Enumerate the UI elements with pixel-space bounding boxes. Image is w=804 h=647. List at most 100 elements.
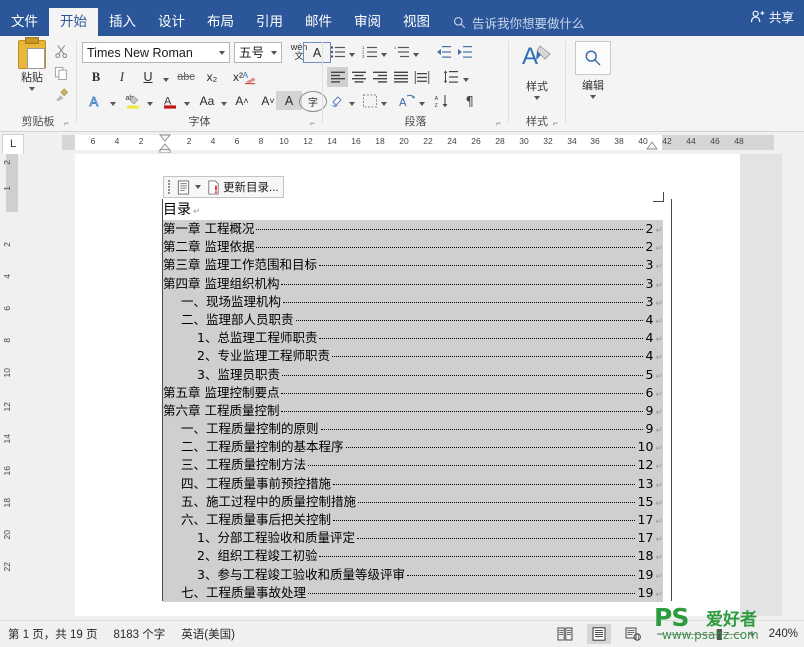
paragraph-dialog-launcher[interactable]: ⌐: [496, 119, 505, 128]
zoom-slider-thumb[interactable]: [717, 629, 722, 640]
toc-entry[interactable]: 第六章 工程质量控制9↵: [163, 402, 663, 420]
tab-references[interactable]: 引用: [245, 8, 294, 36]
document-page[interactable]: 更新目录... 目录↵ 第一章 工程概况2↵第二章 监理依据2↵第三章 监理工作…: [75, 154, 740, 616]
borders-button[interactable]: [359, 91, 380, 111]
subscript-button[interactable]: x₂: [199, 67, 225, 87]
font-name-input[interactable]: Times New Roman: [82, 42, 230, 63]
vertical-ruler[interactable]: 2 1 2 4 6 8 10 12 14 16 18 20 22: [2, 154, 22, 616]
drag-handle-icon[interactable]: [168, 180, 173, 194]
tab-home[interactable]: 开始: [49, 8, 98, 36]
cut-button[interactable]: [48, 40, 74, 62]
horizontal-ruler[interactable]: 6 4 2 2 4 6 8 10 12 14 16 18 20 22 24 26…: [0, 132, 804, 154]
italic-button[interactable]: I: [109, 67, 135, 87]
toc-entry[interactable]: 二、工程质量控制的基本程序10↵: [163, 438, 663, 456]
shading-button[interactable]: [327, 91, 348, 111]
borders-dropdown-icon[interactable]: [381, 102, 387, 106]
bullets-dropdown-icon[interactable]: [349, 53, 355, 57]
tab-review[interactable]: 审阅: [343, 8, 392, 36]
toc-entry[interactable]: 第四章 监理组织机构3↵: [163, 275, 663, 293]
toc-entry[interactable]: 六、工程质量事后把关控制17↵: [163, 511, 663, 529]
tab-insert[interactable]: 插入: [98, 8, 147, 36]
line-spacing-button[interactable]: [440, 67, 461, 87]
highlight-button[interactable]: ab: [120, 91, 146, 111]
bold-button[interactable]: B: [83, 67, 109, 87]
multilevel-list-button[interactable]: 1: [391, 42, 412, 62]
styles-dropdown-icon[interactable]: [534, 96, 540, 100]
toc-document-icon[interactable]: [176, 180, 191, 195]
align-left-button[interactable]: [327, 67, 348, 87]
chevron-down-icon[interactable]: [195, 185, 201, 189]
shading-dropdown-icon[interactable]: [349, 102, 355, 106]
toc-entry[interactable]: 第一章 工程概况2↵: [163, 220, 663, 238]
change-case-dropdown-icon[interactable]: [221, 102, 227, 106]
editing-dropdown-icon[interactable]: [590, 95, 596, 99]
zoom-control[interactable]: − + 240%: [655, 627, 798, 641]
tab-design[interactable]: 设计: [147, 8, 196, 36]
toc-entry[interactable]: 1、总监理工程师职责4↵: [163, 329, 663, 347]
asian-layout-dropdown-icon[interactable]: [419, 102, 425, 106]
text-effects-button[interactable]: A: [83, 91, 109, 111]
font-dialog-launcher[interactable]: ⌐: [310, 119, 319, 128]
font-size-dropdown-icon[interactable]: [271, 51, 277, 55]
toc-entry[interactable]: 二、监理部人员职责4↵: [163, 311, 663, 329]
underline-button[interactable]: U: [135, 67, 161, 87]
toc-entry[interactable]: 一、现场监理机构3↵: [163, 293, 663, 311]
read-mode-button[interactable]: [553, 624, 577, 644]
editing-button[interactable]: 编辑: [566, 41, 620, 99]
align-center-button[interactable]: [348, 67, 369, 87]
increase-indent-button[interactable]: [454, 42, 475, 62]
tab-mailings[interactable]: 邮件: [294, 8, 343, 36]
toc-entry[interactable]: 第五章 监理控制要点6↵: [163, 384, 663, 402]
font-name-dropdown-icon[interactable]: [219, 51, 225, 55]
toc-entry[interactable]: 七、工程质量事故处理19↵: [163, 584, 663, 602]
format-painter-button[interactable]: [48, 84, 74, 106]
word-count[interactable]: 8183 个字: [113, 626, 165, 642]
web-layout-button[interactable]: [621, 624, 645, 644]
copy-button[interactable]: [48, 62, 74, 84]
right-indent-marker[interactable]: [645, 141, 659, 153]
distribute-button[interactable]: [411, 67, 432, 87]
grow-font-button[interactable]: A˄: [229, 91, 255, 111]
toc-entry[interactable]: 一、工程质量控制的原则9↵: [163, 420, 663, 438]
tell-me-box[interactable]: 告诉我你想要做什么: [453, 8, 585, 36]
asian-layout-button[interactable]: A: [397, 91, 418, 111]
toc-entry[interactable]: 2、专业监理工程师职责4↵: [163, 347, 663, 365]
toc-entry[interactable]: 第三章 监理工作范围和目标3↵: [163, 256, 663, 274]
zoom-slider-track[interactable]: [670, 634, 742, 635]
highlight-dropdown-icon[interactable]: [147, 102, 153, 106]
tab-stop-selector[interactable]: L: [2, 134, 24, 155]
clipboard-dialog-launcher[interactable]: ⌐: [64, 119, 73, 128]
multilevel-dropdown-icon[interactable]: [413, 53, 419, 57]
decrease-indent-button[interactable]: [433, 42, 454, 62]
indent-markers[interactable]: [158, 133, 172, 153]
underline-dropdown-icon[interactable]: [163, 78, 169, 82]
numbering-button[interactable]: 1 2 3: [359, 42, 380, 62]
zoom-out-button[interactable]: −: [655, 627, 665, 641]
toc-entry-list[interactable]: 第一章 工程概况2↵第二章 监理依据2↵第三章 监理工作范围和目标3↵第四章 监…: [163, 220, 663, 602]
toc-field[interactable]: 目录↵ 第一章 工程概况2↵第二章 监理依据2↵第三章 监理工作范围和目标3↵第…: [163, 200, 663, 602]
toc-control-toolbar[interactable]: 更新目录...: [163, 176, 284, 198]
sort-button[interactable]: A Z: [431, 91, 452, 111]
page-indicator[interactable]: 第 1 页，共 19 页: [8, 626, 97, 642]
toc-entry[interactable]: 2、组织工程竣工初验18↵: [163, 547, 663, 565]
update-toc-label[interactable]: 更新目录...: [223, 179, 279, 195]
text-effects-dropdown-icon[interactable]: [110, 102, 116, 106]
styles-button[interactable]: A 样式: [509, 41, 565, 100]
show-marks-button[interactable]: ¶: [460, 91, 481, 111]
toc-entry[interactable]: 第二章 监理依据2↵: [163, 238, 663, 256]
zoom-percent[interactable]: 240%: [762, 628, 798, 640]
toc-entry[interactable]: 1、分部工程验收和质量评定17↵: [163, 529, 663, 547]
language-indicator[interactable]: 英语(美国): [181, 626, 235, 642]
share-button[interactable]: 共享: [750, 7, 794, 26]
paste-dropdown-icon[interactable]: [29, 87, 35, 91]
toc-entry[interactable]: 四、工程质量事前预控措施13↵: [163, 475, 663, 493]
numbering-dropdown-icon[interactable]: [381, 53, 387, 57]
font-color-dropdown-icon[interactable]: [184, 102, 190, 106]
strikethrough-button[interactable]: abc: [173, 67, 199, 87]
align-right-button[interactable]: [369, 67, 390, 87]
zoom-in-button[interactable]: +: [747, 627, 757, 641]
toc-entry[interactable]: 三、工程质量控制方法12↵: [163, 456, 663, 474]
change-case-button[interactable]: Aa: [194, 91, 220, 111]
toc-entry[interactable]: 3、监理员职责5↵: [163, 366, 663, 384]
clear-formatting-button[interactable]: A: [237, 67, 263, 87]
